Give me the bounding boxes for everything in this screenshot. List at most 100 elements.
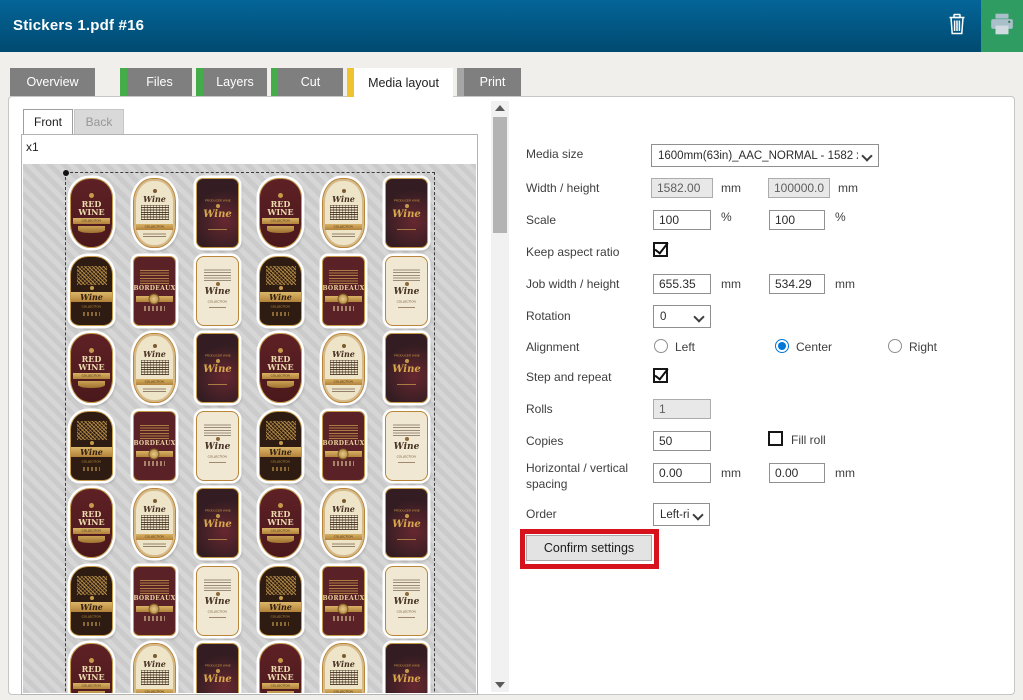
bordeaux-red-label: BORDEAUX <box>322 411 365 481</box>
media-size-select[interactable]: 1600mm(63in)_AAC_NORMAL - 1582 x 10000 <box>651 144 879 167</box>
keep-aspect-ratio-label: Keep aspect ratio <box>526 245 619 259</box>
job-width-input[interactable] <box>653 274 711 294</box>
rotation-value: 0 <box>660 311 666 323</box>
tab-layers[interactable]: Layers <box>196 68 267 96</box>
job-height-unit: mm <box>835 277 855 291</box>
trash-icon <box>946 12 968 41</box>
keep-aspect-ratio-checkbox[interactable] <box>653 242 668 257</box>
dark-producer-wine-label: WinePRODUCER WINE <box>196 643 239 693</box>
step-and-repeat-label: Step and repeat <box>526 370 611 384</box>
cream-oval-wine-label: WineCOLLECTION <box>322 488 365 558</box>
red-wine-shield-label: RED WINECOLLECTION <box>259 333 302 403</box>
dark-producer-wine-label: WinePRODUCER WINE <box>196 488 239 558</box>
dark-producer-wine-label: WinePRODUCER WINE <box>385 178 428 248</box>
scale-y-input[interactable] <box>769 210 825 230</box>
triangle-up-icon <box>495 105 505 111</box>
tab-front[interactable]: Front <box>23 109 73 134</box>
cream-oval-wine-label: WineCOLLECTION <box>322 333 365 403</box>
tab-print-label: Print <box>473 75 506 89</box>
cream-rect-wine-label: WineCOLLECTION <box>385 566 428 636</box>
alignment-label: Alignment <box>526 340 579 354</box>
media-size-label: Media size <box>526 147 583 161</box>
horizontal-spacing-input[interactable] <box>653 463 711 483</box>
media-size-value: 1600mm(63in)_AAC_NORMAL - 1582 x 10000 <box>658 150 858 162</box>
tab-files-label: Files <box>139 75 172 89</box>
title-bar: Stickers 1.pdf #16 <box>0 0 1023 52</box>
alignment-center-label: Center <box>796 340 832 354</box>
scale-y-unit: % <box>835 210 846 224</box>
fill-roll-label: Fill roll <box>791 433 826 447</box>
red-wine-shield-label: RED WINECOLLECTION <box>259 643 302 693</box>
bordeaux-red-label: BORDEAUX <box>322 256 365 326</box>
job-height-input[interactable] <box>769 274 825 294</box>
red-wine-shield-label: RED WINECOLLECTION <box>70 643 113 693</box>
app-window: Stickers 1.pdf #16 Overview File <box>0 0 1023 700</box>
cream-oval-wine-label: WineCOLLECTION <box>133 488 176 558</box>
alignment-center-radio[interactable] <box>775 339 789 353</box>
cream-rect-wine-label: WineCOLLECTION <box>196 566 239 636</box>
alignment-right-radio[interactable] <box>888 339 902 353</box>
gold-grapes-wine-label: WineCOLLECTION <box>70 256 113 326</box>
tab-media-layout[interactable]: Media layout <box>347 68 453 97</box>
copies-input[interactable] <box>653 431 711 451</box>
bordeaux-red-label: BORDEAUX <box>133 566 176 636</box>
order-select[interactable]: Left-right <box>653 503 710 526</box>
tab-status-indicator <box>271 68 278 96</box>
bordeaux-red-label: BORDEAUX <box>322 566 365 636</box>
gold-grapes-wine-label: WineCOLLECTION <box>70 566 113 636</box>
scale-label: Scale <box>526 213 556 227</box>
delete-job-button[interactable] <box>936 0 978 52</box>
scale-x-input[interactable] <box>653 210 711 230</box>
media-height-input[interactable] <box>768 178 830 198</box>
scrollbar-thumb[interactable] <box>493 117 507 233</box>
job-region-handle[interactable] <box>63 170 69 176</box>
order-label: Order <box>526 507 557 521</box>
tab-print[interactable]: Print <box>457 68 521 96</box>
job-region[interactable] <box>65 172 435 693</box>
tab-status-indicator <box>457 68 464 96</box>
media-layout-panel: Front Back x1 RED WINECOLLECTION WineCOLL… <box>8 96 1015 695</box>
cream-oval-wine-label: WineCOLLECTION <box>133 333 176 403</box>
cream-oval-wine-label: WineCOLLECTION <box>133 643 176 693</box>
vertical-spacing-unit: mm <box>835 466 855 480</box>
media-width-input[interactable] <box>651 178 713 198</box>
tab-cut[interactable]: Cut <box>271 68 343 96</box>
alignment-left-radio[interactable] <box>654 339 668 353</box>
scale-x-unit: % <box>721 210 732 224</box>
vertical-spacing-input[interactable] <box>769 463 825 483</box>
width-height-label: Width / height <box>526 181 599 195</box>
red-wine-shield-label: RED WINECOLLECTION <box>70 488 113 558</box>
dark-producer-wine-label: WinePRODUCER WINE <box>385 333 428 403</box>
tab-overview[interactable]: Overview <box>10 68 95 96</box>
scroll-down-button[interactable] <box>491 678 509 692</box>
printer-icon <box>989 11 1015 42</box>
tab-files[interactable]: Files <box>120 68 192 96</box>
order-value: Left-right <box>660 509 689 521</box>
dark-producer-wine-label: WinePRODUCER WINE <box>385 643 428 693</box>
job-width-unit: mm <box>721 277 741 291</box>
step-and-repeat-checkbox[interactable] <box>653 368 668 383</box>
tab-status-indicator <box>120 68 127 96</box>
rotation-select[interactable]: 0 <box>653 305 711 328</box>
cream-rect-wine-label: WineCOLLECTION <box>385 256 428 326</box>
tab-cut-label: Cut <box>294 75 320 89</box>
copies-label: Copies <box>526 434 563 448</box>
preview-canvas: RED WINECOLLECTION WineCOLLECTION WinePROD… <box>23 164 476 693</box>
fill-roll-checkbox[interactable] <box>768 431 783 446</box>
gold-grapes-wine-label: WineCOLLECTION <box>70 411 113 481</box>
dark-producer-wine-label: WinePRODUCER WINE <box>385 488 428 558</box>
red-wine-shield-label: RED WINECOLLECTION <box>70 333 113 403</box>
confirm-settings-button[interactable]: Confirm settings <box>526 535 652 561</box>
vertical-scrollbar[interactable] <box>491 101 509 692</box>
main-tab-bar: Overview Files Layers Cut Media layout P… <box>0 52 1023 96</box>
scroll-up-button[interactable] <box>491 101 509 115</box>
media-width-unit: mm <box>721 181 741 195</box>
rotation-label: Rotation <box>526 309 571 323</box>
tab-back[interactable]: Back <box>74 109 124 134</box>
print-button[interactable] <box>981 0 1023 52</box>
red-wine-shield-label: RED WINECOLLECTION <box>70 178 113 248</box>
preview-zoom-label: x1 <box>26 140 39 154</box>
rolls-input[interactable] <box>653 399 711 419</box>
cream-rect-wine-label: WineCOLLECTION <box>385 411 428 481</box>
job-width-height-label: Job width / height <box>526 277 619 291</box>
